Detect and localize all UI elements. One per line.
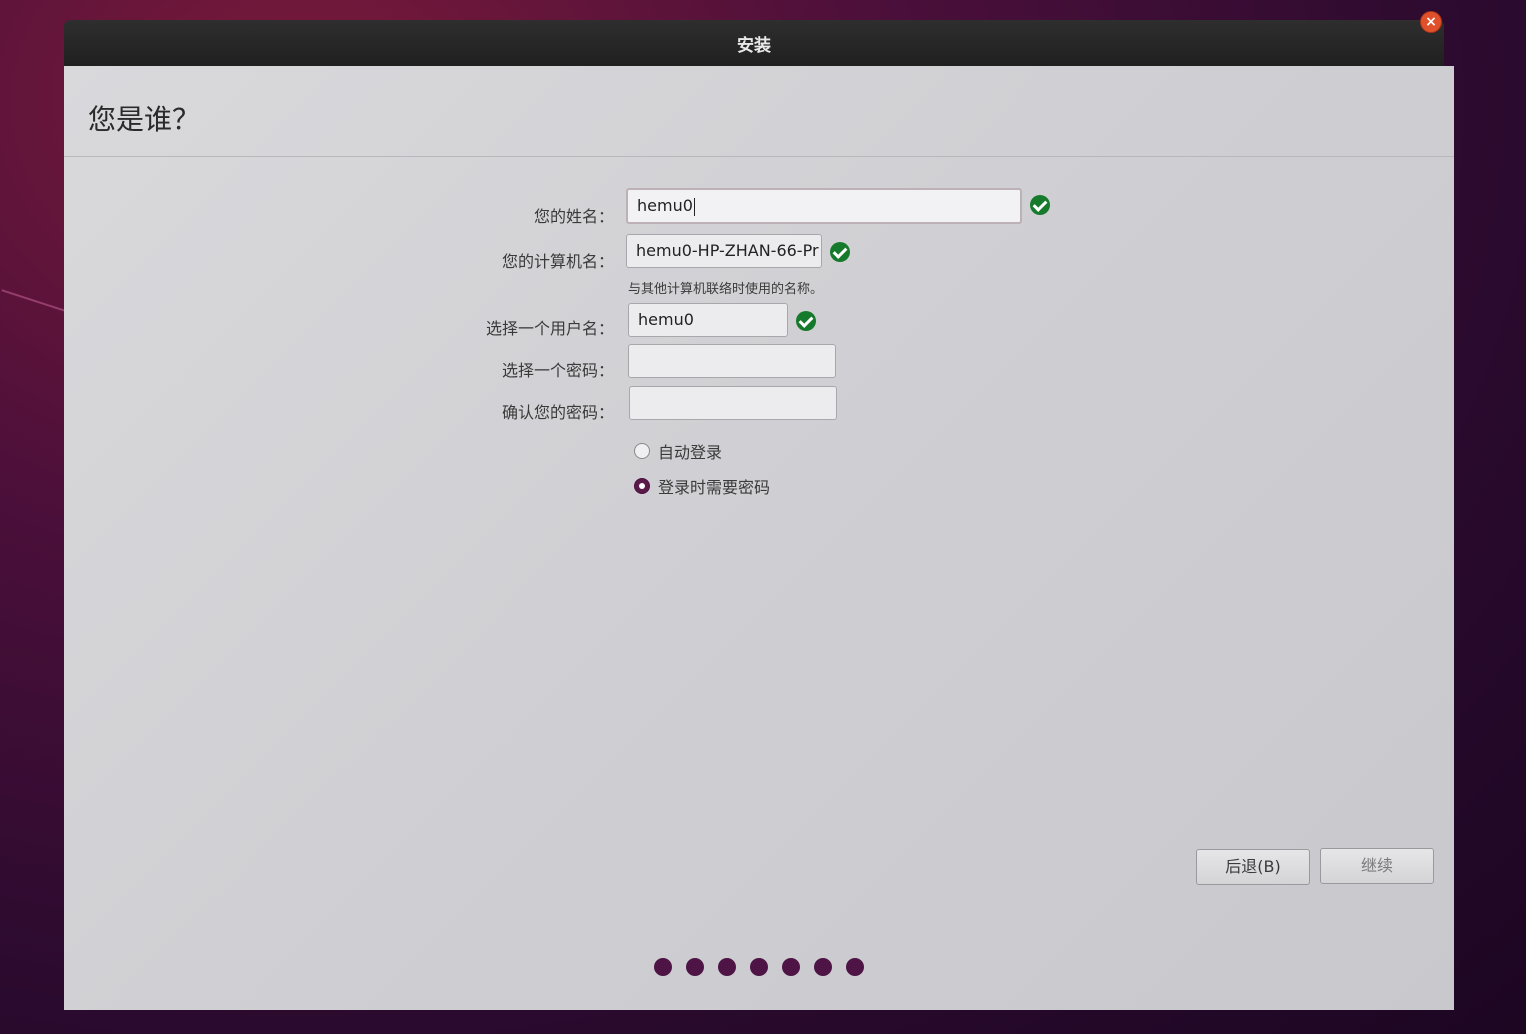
progress-dot — [654, 958, 672, 976]
installer-window: 安装 × 您是谁？ 您的姓名： hemu0 您的计算机名： hemu0-HP-Z… — [64, 11, 1460, 1010]
confirm-password-input[interactable] — [629, 386, 837, 420]
autologin-radio[interactable] — [634, 443, 650, 459]
installer-content: 您是谁？ 您的姓名： hemu0 您的计算机名： hemu0-HP-ZHAN-6… — [64, 66, 1454, 1010]
progress-dots — [654, 958, 864, 976]
text-caret — [693, 197, 695, 216]
desktop-wallpaper-streak — [1, 289, 69, 313]
autologin-option[interactable]: 自动登录 — [634, 439, 722, 463]
close-icon[interactable]: × — [1420, 11, 1442, 33]
page-header: 您是谁？ — [64, 66, 1454, 157]
computer-name-input[interactable]: hemu0-HP-ZHAN-66-Pr — [626, 234, 822, 268]
username-input[interactable]: hemu0 — [628, 303, 788, 337]
autologin-label: 自动登录 — [658, 443, 723, 462]
name-label: 您的姓名： — [533, 207, 614, 226]
progress-dot — [846, 958, 864, 976]
require-password-label: 登录时需要密码 — [658, 478, 771, 497]
computer-name-label: 您的计算机名： — [501, 252, 614, 271]
computer-name-valid-check-icon — [830, 242, 850, 262]
require-password-option[interactable]: 登录时需要密码 — [634, 474, 770, 498]
progress-dot — [686, 958, 704, 976]
progress-dot — [782, 958, 800, 976]
require-password-radio[interactable] — [634, 478, 650, 494]
password-label: 选择一个密码： — [501, 361, 614, 380]
continue-button[interactable]: 继续 — [1320, 848, 1434, 884]
name-valid-check-icon — [1030, 195, 1050, 215]
confirm-password-label: 确认您的密码： — [501, 403, 614, 422]
back-button[interactable]: 后退(B) — [1196, 849, 1310, 885]
window-title: 安装 — [737, 36, 771, 56]
computer-name-hint: 与其他计算机联络时使用的名称。 — [628, 282, 824, 297]
password-input[interactable] — [628, 344, 836, 378]
window-titlebar[interactable]: 安装 × — [64, 11, 1444, 66]
progress-dot — [750, 958, 768, 976]
username-label: 选择一个用户名： — [485, 319, 614, 338]
username-valid-check-icon — [796, 311, 816, 331]
progress-dot — [814, 958, 832, 976]
progress-dot — [718, 958, 736, 976]
name-input-value: hemu0 — [637, 196, 693, 215]
name-input[interactable]: hemu0 — [626, 188, 1022, 224]
page-title: 您是谁？ — [88, 103, 201, 136]
